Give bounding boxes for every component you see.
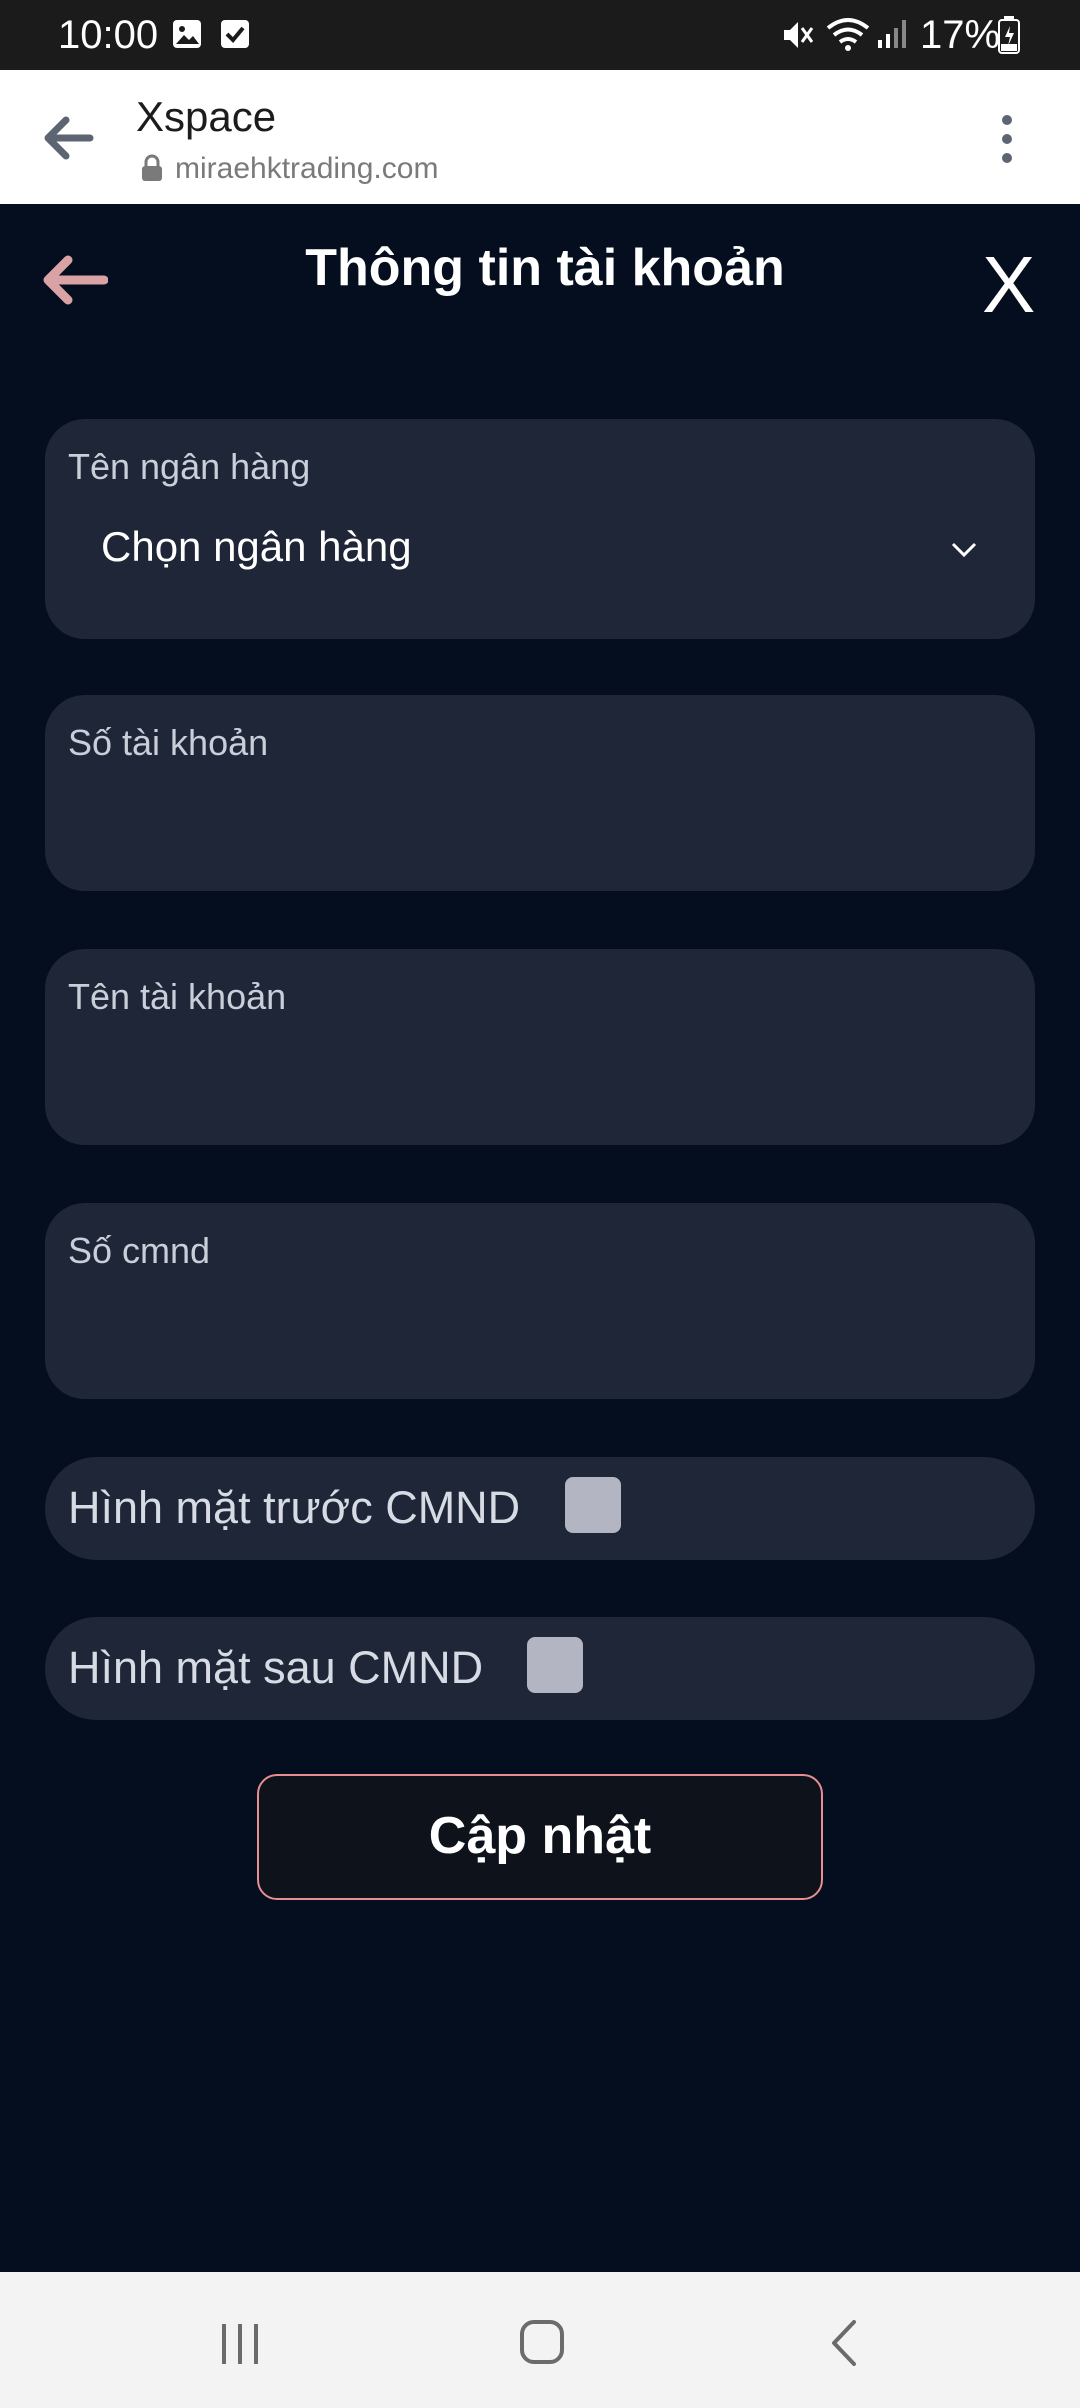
browser-url[interactable]: miraehktrading.com [175,150,438,188]
id-back-upload[interactable]: Hình mặt sau CMND [45,1617,1035,1720]
back-icon[interactable] [828,2318,858,2368]
account-name-label: Tên tài khoản [68,976,287,1017]
id-number-field[interactable]: Số cmnd [45,1203,1035,1399]
home-icon[interactable] [518,2318,566,2366]
mute-icon [784,22,814,48]
id-front-label: Hình mặt trước CMND [68,1482,521,1533]
page-title: Thông tin tài khoản [305,239,785,297]
bank-select-value[interactable]: Chọn ngân hàng [101,521,412,573]
signal-icon [878,20,906,48]
id-front-upload[interactable]: Hình mặt trước CMND [45,1457,1035,1560]
id-back-label: Hình mặt sau CMND [68,1642,484,1693]
browser-title: Xspace [136,93,277,140]
more-vert-icon[interactable] [990,112,1024,166]
battery-level: 17% [920,13,1001,57]
account-number-field[interactable]: Số tài khoản [45,695,1035,891]
status-bar: 10:00 17% [0,0,1080,70]
account-name-field[interactable]: Tên tài khoản [45,949,1035,1145]
wifi-icon [826,18,870,51]
check-square-icon [221,20,249,48]
status-time: 10:00 [58,13,159,57]
account-number-label: Số tài khoản [68,722,269,763]
battery-icon [998,16,1020,54]
update-button[interactable]: Cập nhật [257,1774,823,1900]
account-number-input[interactable] [68,777,1012,849]
bank-select[interactable]: Tên ngân hàng Chọn ngân hàng [45,419,1035,639]
recent-apps-icon[interactable] [218,2322,262,2366]
chevron-down-icon [951,542,977,558]
id-front-checkbox[interactable] [565,1477,621,1533]
id-back-checkbox[interactable] [527,1637,583,1693]
close-button[interactable]: X [982,240,1035,330]
bank-label: Tên ngân hàng [68,446,311,487]
lock-icon [142,154,162,181]
browser-toolbar: Xspace miraehktrading.com [0,70,1080,204]
back-arrow-icon[interactable] [42,114,94,162]
image-icon [173,20,201,48]
id-number-input[interactable] [68,1285,1012,1357]
id-number-label: Số cmnd [68,1230,211,1271]
account-name-input[interactable] [68,1031,1012,1103]
